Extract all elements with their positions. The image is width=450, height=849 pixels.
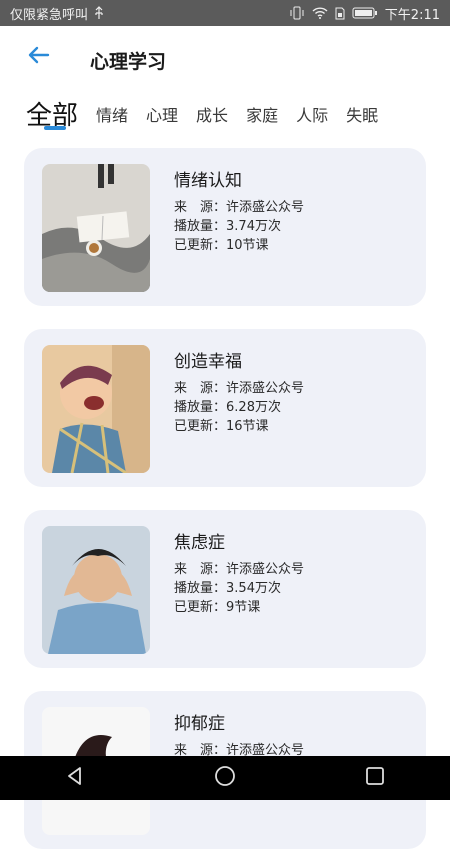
battery-icon: [352, 7, 378, 19]
course-updated: 已更新：9节课: [174, 596, 260, 615]
status-text: 仅限紧急呼叫: [10, 7, 89, 23]
updated-value: 16节课: [226, 419, 269, 434]
source-value: 许添盛公众号: [226, 381, 305, 396]
source-label: 来 源：: [174, 381, 227, 396]
sim-icon: [335, 7, 345, 20]
updated-value: 10节课: [226, 238, 269, 253]
back-button[interactable]: [26, 44, 52, 70]
source-value: 许添盛公众号: [226, 200, 305, 215]
course-title: 创造幸福: [174, 352, 242, 372]
course-thumbnail: [42, 345, 150, 473]
status-time: 下午2:11: [384, 7, 440, 23]
course-plays: 播放量：3.74万次: [174, 215, 281, 234]
course-plays: 播放量：6.28万次: [174, 396, 281, 415]
page-title: 心理学习: [90, 51, 167, 73]
triangle-back-icon: [65, 766, 85, 790]
updated-label: 已更新：: [174, 238, 227, 253]
plays-label: 播放量：: [174, 581, 227, 596]
course-title: 焦虑症: [174, 533, 225, 553]
source-value: 许添盛公众号: [226, 562, 305, 577]
course-updated: 已更新：10节课: [174, 234, 269, 253]
course-thumbnail: [42, 164, 150, 292]
active-tab-indicator: [44, 126, 66, 130]
source-label: 来 源：: [174, 200, 227, 215]
course-card[interactable]: 情绪认知 来 源：许添盛公众号 播放量：3.74万次 已更新：10节课: [24, 148, 426, 306]
wifi-icon: [312, 7, 328, 19]
tab-psychology[interactable]: 心理: [146, 102, 178, 132]
updated-label: 已更新：: [174, 600, 227, 615]
tab-social[interactable]: 人际: [296, 102, 328, 132]
status-bar: 仅限紧急呼叫 下午2:11: [0, 0, 450, 26]
course-card[interactable]: 创造幸福 来 源：许添盛公众号 播放量：6.28万次 已更新：16节课: [24, 329, 426, 487]
tab-insomnia[interactable]: 失眠: [346, 102, 378, 132]
plays-value: 6.28万次: [226, 400, 281, 415]
course-plays: 播放量：3.54万次: [174, 577, 281, 596]
usb-icon: [94, 6, 104, 20]
arrow-left-icon: [28, 46, 50, 68]
updated-value: 9节课: [226, 600, 261, 615]
circle-home-icon: [214, 765, 236, 791]
vibrate-icon: [289, 6, 305, 20]
plays-label: 播放量：: [174, 219, 227, 234]
course-source: 来 源：许添盛公众号: [174, 196, 304, 215]
plays-label: 播放量：: [174, 400, 227, 415]
course-title: 抑郁症: [174, 714, 225, 734]
source-label: 来 源：: [174, 562, 227, 577]
tab-growth[interactable]: 成长: [196, 102, 228, 132]
square-recents-icon: [365, 766, 385, 790]
course-source: 来 源：许添盛公众号: [174, 558, 304, 577]
category-tabs: 全部 情绪 心理 成长 家庭 人际 失眠: [26, 92, 396, 132]
course-title: 情绪认知: [174, 171, 242, 191]
tab-family[interactable]: 家庭: [246, 102, 278, 132]
plays-value: 3.54万次: [226, 581, 281, 596]
system-nav-bar: [0, 756, 450, 800]
tab-emotion[interactable]: 情绪: [96, 102, 128, 132]
course-source: 来 源：许添盛公众号: [174, 377, 304, 396]
updated-label: 已更新：: [174, 419, 227, 434]
course-thumbnail: [42, 526, 150, 654]
course-card[interactable]: 焦虑症 来 源：许添盛公众号 播放量：3.54万次 已更新：9节课: [24, 510, 426, 668]
nav-home-button[interactable]: [205, 763, 245, 793]
nav-recents-button[interactable]: [355, 763, 395, 793]
nav-back-button[interactable]: [55, 763, 95, 793]
course-updated: 已更新：16节课: [174, 415, 269, 434]
plays-value: 3.74万次: [226, 219, 281, 234]
